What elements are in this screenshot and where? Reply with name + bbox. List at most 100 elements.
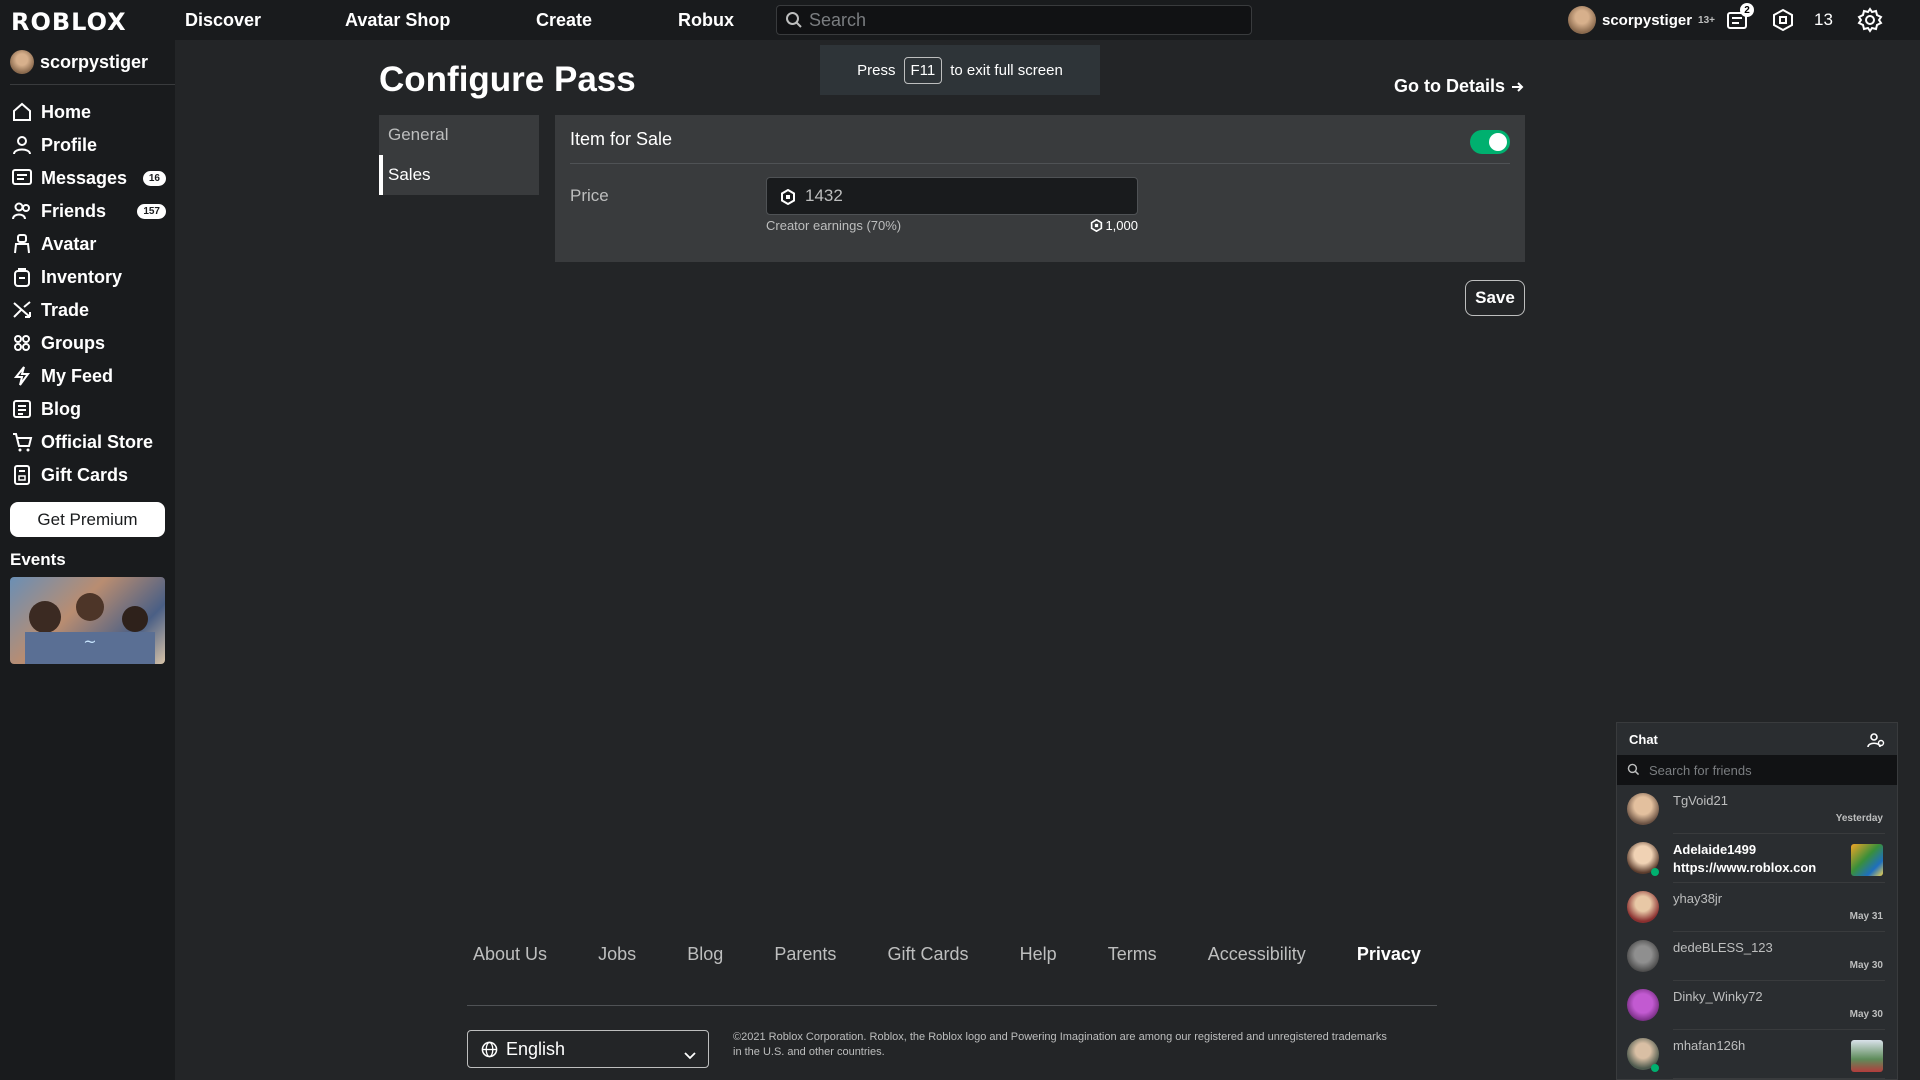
fullscreen-toast: Press F11 to exit full screen bbox=[820, 45, 1100, 95]
chat-search-input[interactable] bbox=[1649, 762, 1897, 778]
groups-icon bbox=[10, 331, 34, 355]
sidebar-item-messages[interactable]: Messages 16 bbox=[10, 163, 168, 193]
item-for-sale-toggle[interactable] bbox=[1470, 130, 1510, 154]
avatar bbox=[1627, 793, 1659, 825]
sidebar-item-groups[interactable]: Groups bbox=[10, 328, 168, 358]
go-to-details-link[interactable]: Go to Details bbox=[1394, 76, 1524, 97]
avatar bbox=[1627, 989, 1659, 1021]
event-banner-image[interactable]: ~ bbox=[10, 577, 165, 664]
f11-key: F11 bbox=[903, 56, 943, 84]
config-tabs: General Sales bbox=[379, 115, 539, 195]
footer-link-blog[interactable]: Blog bbox=[681, 944, 729, 965]
notifications-button[interactable]: 2 bbox=[1724, 3, 1754, 34]
robux-button[interactable] bbox=[1769, 6, 1797, 34]
settings-button[interactable] bbox=[1856, 6, 1884, 34]
chat-conversation-row[interactable]: yhay38jr May 31 bbox=[1627, 883, 1885, 932]
chat-contact-name: Adelaide1499 bbox=[1673, 842, 1757, 857]
sidebar-item-label: My Feed bbox=[41, 365, 114, 386]
sidebar-item-my-feed[interactable]: My Feed bbox=[10, 361, 168, 391]
profile-icon bbox=[10, 133, 34, 157]
header-user-link[interactable]: scorpystiger 13+ bbox=[1568, 6, 1715, 34]
chat-header[interactable]: Chat bbox=[1617, 723, 1897, 755]
online-indicator bbox=[1651, 1064, 1659, 1072]
sidebar-item-blog[interactable]: Blog bbox=[10, 394, 168, 424]
divider bbox=[10, 84, 175, 85]
sidebar-item-avatar[interactable]: Avatar bbox=[10, 229, 168, 259]
chat-conversation-row[interactable]: Adelaide1499 https://www.roblox.con bbox=[1627, 834, 1885, 883]
home-icon bbox=[10, 100, 34, 124]
events-heading: Events bbox=[10, 550, 66, 569]
sidebar-username: scorpystiger bbox=[40, 51, 149, 72]
language-selector[interactable]: English bbox=[467, 1030, 709, 1068]
sidebar-item-official-store[interactable]: Official Store bbox=[10, 427, 168, 457]
sidebar-item-label: Blog bbox=[41, 398, 81, 419]
chat-last-message: https://www.roblox.con bbox=[1673, 860, 1817, 875]
store-icon bbox=[10, 430, 34, 454]
footer-link-terms[interactable]: Terms bbox=[1102, 944, 1163, 965]
search-box bbox=[776, 5, 1252, 35]
sidebar-item-label: Official Store bbox=[41, 431, 154, 452]
creator-earnings-label: Creator earnings (70%) bbox=[766, 218, 902, 233]
tab-general[interactable]: General bbox=[379, 115, 539, 155]
chat-timestamp: Yesterday bbox=[1835, 813, 1883, 824]
save-button[interactable]: Save bbox=[1465, 280, 1525, 316]
chat-conversation-row[interactable]: TgVoid21 Yesterday bbox=[1627, 785, 1885, 834]
footer-link-gift-cards[interactable]: Gift Cards bbox=[881, 944, 974, 965]
price-label: Price bbox=[570, 186, 609, 205]
creator-earnings-value: 1,000 bbox=[1083, 218, 1138, 233]
nav-robux[interactable]: Robux bbox=[678, 0, 734, 40]
footer-link-about-us[interactable]: About Us bbox=[467, 944, 553, 965]
chat-settings-icon[interactable] bbox=[1867, 731, 1885, 752]
footer-link-privacy[interactable]: Privacy bbox=[1351, 944, 1427, 965]
details-link-label: Go to Details bbox=[1394, 76, 1506, 96]
get-premium-button[interactable]: Get Premium bbox=[10, 502, 165, 537]
sidebar-item-inventory[interactable]: Inventory bbox=[10, 262, 168, 292]
nav-create[interactable]: Create bbox=[536, 0, 592, 40]
age-tag: 13+ bbox=[1698, 14, 1716, 26]
footer-link-accessibility[interactable]: Accessibility bbox=[1202, 944, 1312, 965]
chat-contact-name: yhay38jr bbox=[1673, 891, 1723, 906]
search-icon bbox=[785, 11, 803, 34]
sidebar-item-home[interactable]: Home bbox=[10, 97, 168, 127]
search-input[interactable] bbox=[809, 9, 1251, 31]
tab-sales[interactable]: Sales bbox=[379, 155, 539, 195]
chat-title: Chat bbox=[1629, 731, 1658, 747]
chat-timestamp: May 31 bbox=[1849, 911, 1883, 922]
avatar-icon bbox=[10, 232, 34, 256]
sidebar-item-friends[interactable]: Friends 157 bbox=[10, 196, 168, 226]
copyright-text: ©2021 Roblox Corporation. Roblox, the Ro… bbox=[733, 1031, 1387, 1058]
price-field bbox=[766, 177, 1138, 215]
footer-link-jobs[interactable]: Jobs bbox=[592, 944, 642, 965]
chat-conversation-row[interactable]: Dinky_Winky72 May 30 bbox=[1627, 981, 1885, 1030]
online-indicator bbox=[1651, 868, 1659, 876]
price-input[interactable] bbox=[805, 186, 1137, 206]
roblox-logo[interactable]: ROBLOX bbox=[11, 8, 127, 36]
chat-conversation-row[interactable]: mhafan126h bbox=[1627, 1030, 1885, 1079]
arrow-right-icon bbox=[1512, 82, 1524, 92]
footer-link-help[interactable]: Help bbox=[1014, 944, 1063, 965]
messages-badge: 16 bbox=[142, 170, 166, 186]
sidebar-item-label: Trade bbox=[41, 299, 90, 320]
trade-icon bbox=[10, 298, 34, 322]
nav-avatar-shop[interactable]: Avatar Shop bbox=[345, 0, 450, 40]
chat-timestamp: May 30 bbox=[1849, 1009, 1883, 1020]
message-thumbnail bbox=[1851, 844, 1883, 876]
sidebar-item-trade[interactable]: Trade bbox=[10, 295, 168, 325]
chat-contact-name: TgVoid21 bbox=[1673, 793, 1728, 808]
chat-contact-name: dedeBLESS_123 bbox=[1673, 940, 1773, 955]
sidebar-item-label: Groups bbox=[41, 332, 106, 353]
toast-text-after: to exit full screen bbox=[950, 61, 1063, 79]
sidebar-item-label: Inventory bbox=[41, 266, 123, 287]
footer-links: About Us Jobs Blog Parents Gift Cards He… bbox=[467, 944, 1427, 965]
sidebar-item-profile[interactable]: Profile bbox=[10, 130, 168, 160]
chat-conversation-row[interactable]: dedeBLESS_123 May 30 bbox=[1627, 932, 1885, 981]
sidebar-item-label: Friends bbox=[41, 200, 107, 221]
left-sidebar: scorpystiger Home Profile Messages 16 Fr… bbox=[0, 40, 175, 1080]
sidebar-item-gift-cards[interactable]: Gift Cards bbox=[10, 460, 168, 490]
chat-search-box bbox=[1617, 755, 1897, 785]
sidebar-item-label: Home bbox=[41, 101, 92, 122]
nav-discover[interactable]: Discover bbox=[185, 0, 261, 40]
avatar bbox=[1627, 940, 1659, 972]
sidebar-user-link[interactable]: scorpystiger bbox=[10, 50, 148, 74]
footer-link-parents[interactable]: Parents bbox=[768, 944, 842, 965]
